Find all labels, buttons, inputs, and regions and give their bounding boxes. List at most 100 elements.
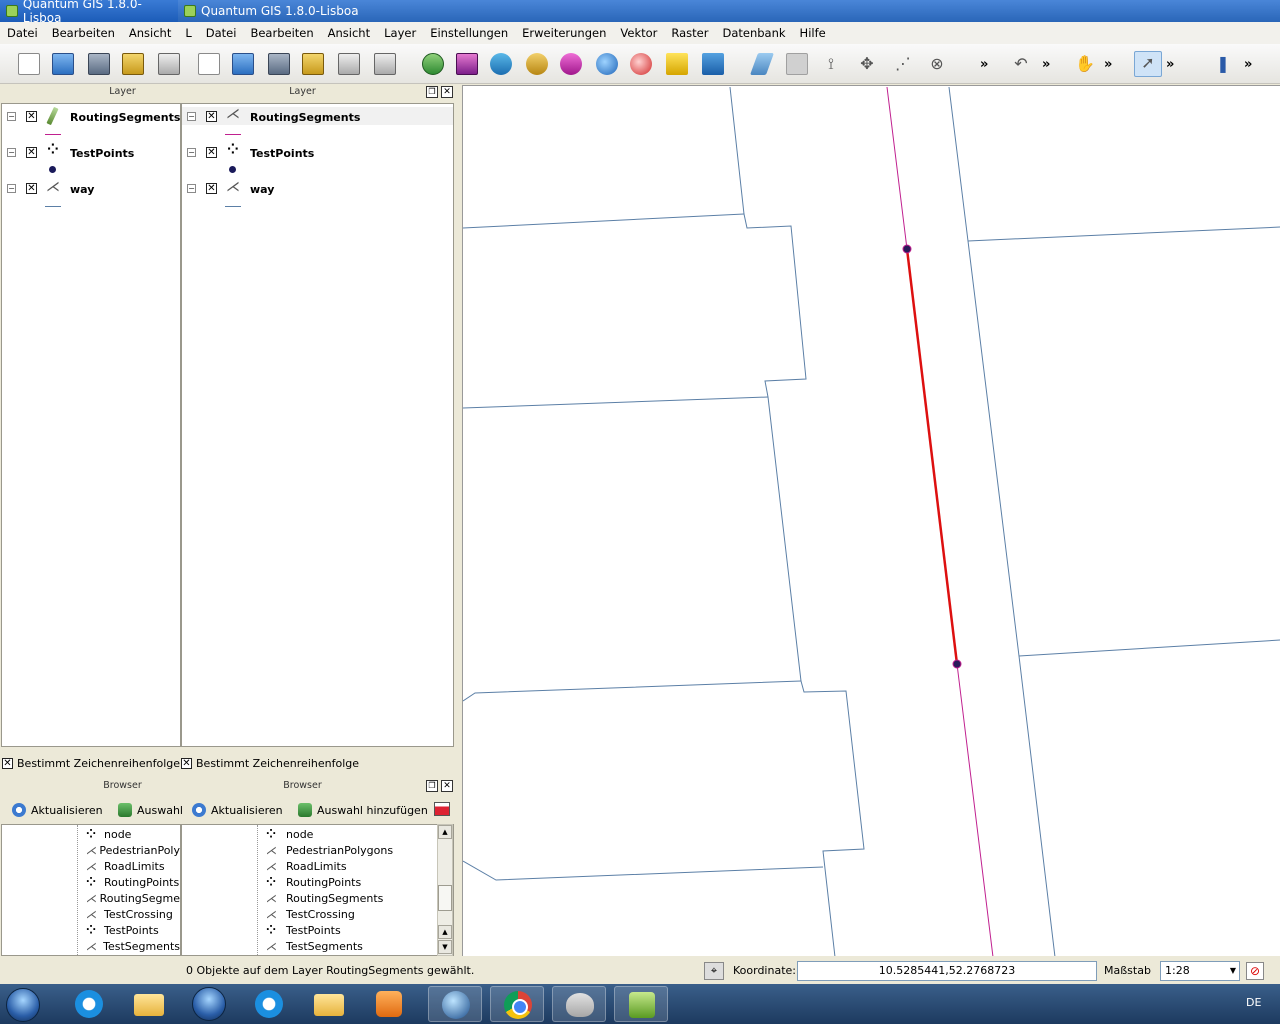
menu-hilfe[interactable]: Hilfe: [793, 26, 833, 40]
save-project-icon-2[interactable]: [268, 53, 290, 75]
open-project-icon[interactable]: [52, 53, 74, 75]
undo-icon[interactable]: ↶: [1010, 53, 1032, 75]
layer-visibility-checkbox[interactable]: ✕: [26, 111, 37, 122]
list-item[interactable]: ⋌ PedestrianPoly: [86, 842, 180, 858]
add-postgis-layer-icon[interactable]: [490, 53, 512, 75]
expander-icon[interactable]: −: [187, 148, 196, 157]
save-project-icon[interactable]: [88, 53, 110, 75]
coordinate-field[interactable]: 10.5285441,52.2768723: [797, 961, 1097, 981]
add-raster-layer-icon[interactable]: [456, 53, 478, 75]
render-order-toggle-right[interactable]: ✕ Bestimmt Zeichenreihenfolge: [181, 754, 359, 772]
render-order-checkbox[interactable]: ✕: [181, 757, 192, 769]
menu-erweiterungen[interactable]: Erweiterungen: [515, 26, 613, 40]
add-wfs-layer-icon[interactable]: [630, 53, 652, 75]
float-panel-icon[interactable]: ❐: [426, 86, 438, 98]
taskbar-ie-2[interactable]: [242, 986, 296, 1022]
taskbar-ie[interactable]: [62, 986, 116, 1022]
taskbar-start-2[interactable]: [182, 986, 236, 1022]
taskbar-chrome[interactable]: [490, 986, 544, 1022]
list-item[interactable]: ⋌ TestSegments: [86, 938, 180, 954]
new-shapefile-icon[interactable]: [666, 53, 688, 75]
list-item[interactable]: ⁘ RoutingPoints: [266, 874, 361, 890]
layer-item-routingsegments[interactable]: RoutingSegments: [70, 108, 180, 126]
list-item[interactable]: ⁘ node: [86, 826, 180, 842]
scroll-thumb[interactable]: [438, 885, 452, 911]
taskbar-google-earth[interactable]: [428, 986, 482, 1022]
add-feature-icon[interactable]: ⟟: [820, 53, 842, 75]
menu-ansicht[interactable]: Ansicht: [122, 26, 178, 40]
list-item[interactable]: ⋌ PedestrianPolygons: [266, 842, 393, 858]
expander-icon[interactable]: −: [7, 112, 16, 121]
list-item[interactable]: ⁘ TestPoints: [266, 922, 341, 938]
expander-icon[interactable]: −: [187, 184, 196, 193]
print-composer-icon[interactable]: [158, 53, 180, 75]
menu-layer-truncated[interactable]: L: [178, 26, 198, 40]
menu-ansicht-2[interactable]: Ansicht: [321, 26, 377, 40]
expander-icon[interactable]: −: [7, 184, 16, 193]
scroll-up-icon[interactable]: ▲: [438, 825, 452, 839]
list-item[interactable]: ⋌ TestSegments: [266, 938, 363, 954]
list-item[interactable]: ⋌ TestCrossing: [86, 906, 180, 922]
toolbar-overflow-4[interactable]: »: [1166, 57, 1174, 72]
render-order-toggle-left[interactable]: ✕ Bestimmt Zeichenreihenfolge: [2, 754, 180, 772]
taskbar-media[interactable]: [362, 986, 416, 1022]
start-button-icon[interactable]: [6, 988, 40, 1022]
scroll-down-icon[interactable]: ▼: [438, 940, 452, 954]
refresh-button-right[interactable]: Aktualisieren: [192, 800, 283, 820]
add-selection-button-right[interactable]: Auswahl hinzufügen: [298, 800, 428, 820]
taskbar-explorer-2[interactable]: [302, 986, 356, 1022]
remove-layer-icon[interactable]: [702, 53, 724, 75]
layer-item-testpoints[interactable]: TestPoints: [250, 144, 314, 162]
expander-icon[interactable]: −: [187, 112, 196, 121]
list-item[interactable]: ⁘ TestPoints: [86, 922, 180, 938]
close-panel-icon[interactable]: ✕: [441, 780, 453, 792]
layer-visibility-checkbox[interactable]: ✕: [206, 183, 217, 194]
delete-selected-icon[interactable]: ⊗: [926, 53, 948, 75]
language-indicator[interactable]: DE: [1246, 996, 1261, 1009]
menu-bearbeiten-2[interactable]: Bearbeiten: [243, 26, 320, 40]
add-mssql-layer-icon[interactable]: [560, 53, 582, 75]
taskbar-qgis[interactable]: [614, 986, 668, 1022]
print-composer-icon-2[interactable]: [338, 53, 360, 75]
toggle-editing-icon[interactable]: [749, 53, 775, 75]
list-item[interactable]: ⋌ RoadLimits: [86, 858, 180, 874]
move-feature-icon[interactable]: ✥: [856, 53, 878, 75]
layer-item-way[interactable]: way: [250, 180, 274, 198]
list-item[interactable]: ⋌ RoadLimits: [266, 858, 347, 874]
map-canvas[interactable]: [462, 85, 1280, 956]
float-panel-icon[interactable]: ❐: [426, 780, 438, 792]
taskbar-paint[interactable]: [552, 986, 606, 1022]
add-wms-layer-icon[interactable]: [596, 53, 618, 75]
save-as-icon-2[interactable]: [302, 53, 324, 75]
layer-visibility-checkbox[interactable]: ✕: [206, 111, 217, 122]
identify-icon[interactable]: ➚: [1134, 51, 1162, 77]
layer-visibility-checkbox[interactable]: ✕: [26, 183, 37, 194]
list-item[interactable]: ⋌ RoutingSegme: [86, 890, 180, 906]
add-spatialite-layer-icon[interactable]: [526, 53, 548, 75]
test-point[interactable]: [902, 244, 912, 254]
save-edits-icon[interactable]: [786, 53, 808, 75]
help-icon[interactable]: ❚: [1212, 53, 1234, 75]
list-item[interactable]: ⋌ RoutingSegments: [266, 890, 383, 906]
browser-scrollbar[interactable]: ▲ ▲ ▼: [437, 824, 453, 956]
toolbar-overflow-2[interactable]: »: [1042, 57, 1050, 72]
menu-einstellungen[interactable]: Einstellungen: [423, 26, 515, 40]
scale-combobox[interactable]: 1:28 ▼: [1160, 961, 1240, 981]
menu-layer[interactable]: Layer: [377, 26, 423, 40]
toolbar-overflow-5[interactable]: »: [1244, 57, 1252, 72]
open-project-icon-2[interactable]: [232, 53, 254, 75]
add-vector-layer-icon[interactable]: [422, 53, 444, 75]
expander-icon[interactable]: −: [7, 148, 16, 157]
scroll-down-icon[interactable]: ▲: [438, 925, 452, 939]
stop-render-icon[interactable]: ⊘: [1246, 962, 1264, 980]
new-project-icon[interactable]: [18, 53, 40, 75]
layer-visibility-checkbox[interactable]: ✕: [206, 147, 217, 158]
pan-icon[interactable]: ✋: [1074, 53, 1096, 75]
new-project-icon-2[interactable]: [198, 53, 220, 75]
test-point[interactable]: [952, 659, 962, 669]
list-item[interactable]: ⁘ RoutingPoints: [86, 874, 180, 890]
menu-vektor[interactable]: Vektor: [613, 26, 664, 40]
layer-item-routingsegments[interactable]: RoutingSegments: [250, 108, 360, 126]
menu-raster[interactable]: Raster: [664, 26, 715, 40]
taskbar-explorer[interactable]: [122, 986, 176, 1022]
